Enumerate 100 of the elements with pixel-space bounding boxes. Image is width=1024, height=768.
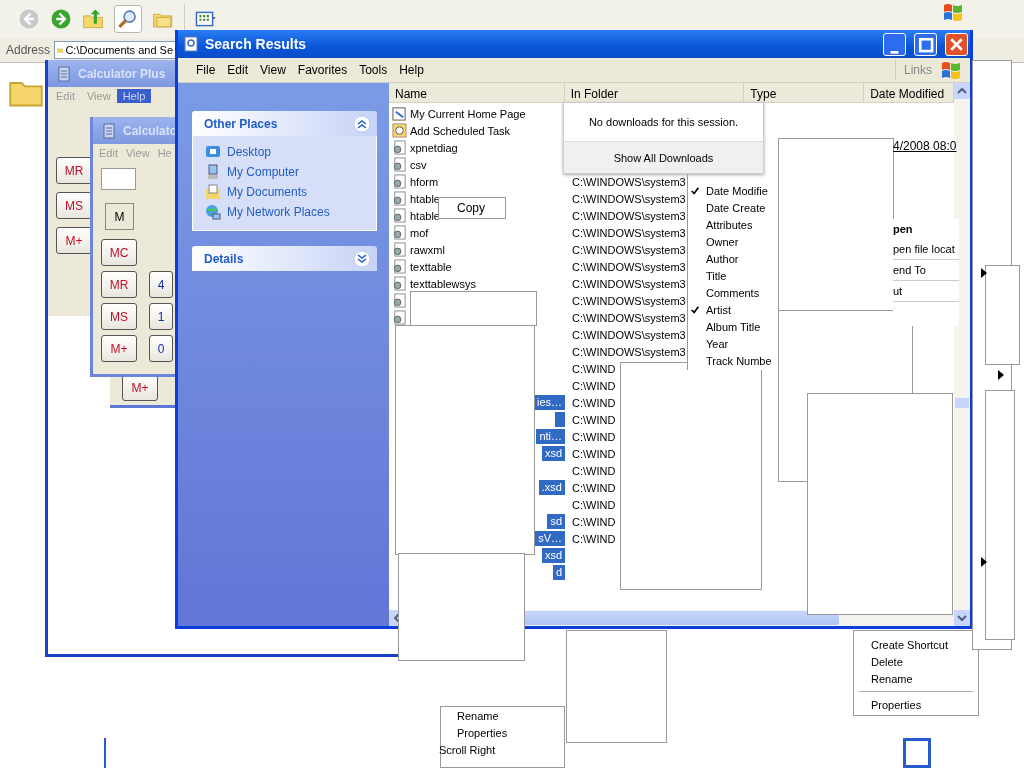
- digit-button[interactable]: 0: [149, 335, 173, 362]
- menu-item[interactable]: ut: [893, 281, 959, 302]
- menu-item[interactable]: Rename: [457, 710, 564, 723]
- menu-item[interactable]: Scroll Right: [439, 744, 564, 757]
- folder-path: C:\WINDOWS\system3: [572, 277, 686, 290]
- taskbar-button[interactable]: [903, 738, 931, 768]
- place-link[interactable]: Desktop: [227, 145, 272, 159]
- folder-path: C:\WINDOWS\system3: [572, 175, 686, 188]
- file-name[interactable]: texttable: [410, 260, 452, 273]
- file-name[interactable]: xpnetdiag: [410, 141, 458, 154]
- menu-item[interactable]: pen: [893, 219, 959, 239]
- file-name[interactable]: texttablewsys: [410, 277, 477, 290]
- folder-path: C:\WIND: [572, 379, 616, 392]
- menu-item[interactable]: Rename: [871, 670, 978, 687]
- place-link[interactable]: My Network Places: [227, 205, 330, 219]
- desktop-icon: [205, 144, 221, 160]
- menu-item[interactable]: pen file locat: [893, 239, 959, 260]
- memory-button[interactable]: M+: [101, 335, 137, 362]
- file-name[interactable]: xsd: [541, 446, 565, 461]
- file-icon: [392, 310, 407, 325]
- forward-icon[interactable]: [50, 8, 72, 30]
- memory-button[interactable]: MC: [101, 239, 137, 266]
- file-name[interactable]: xsd: [541, 548, 565, 563]
- menu-item[interactable]: Track Numbe: [706, 354, 772, 367]
- place-link[interactable]: My Documents: [227, 185, 308, 199]
- menu-item[interactable]: end To: [893, 260, 959, 281]
- menu-item[interactable]: Author: [706, 252, 739, 265]
- menu-item[interactable]: Date Modifie: [706, 184, 768, 197]
- file-name[interactable]: htable: [410, 209, 440, 222]
- menu-item[interactable]: Favorites: [291, 61, 354, 79]
- file-name[interactable]: .xsd: [538, 480, 565, 495]
- file-name[interactable]: d: [552, 565, 565, 580]
- menu-item[interactable]: File: [190, 61, 222, 79]
- menu-item[interactable]: View: [254, 61, 292, 79]
- file-name[interactable]: Add Scheduled Task: [410, 124, 511, 137]
- place-link[interactable]: My Computer: [227, 165, 300, 179]
- memory-button[interactable]: MS: [56, 192, 92, 219]
- folder-path: C:\WIND: [572, 362, 616, 375]
- file-name[interactable]: sd: [547, 514, 565, 529]
- address-field[interactable]: C:\Documents and Se: [54, 41, 177, 59]
- file-icon: [392, 123, 407, 138]
- panel-header[interactable]: Details: [192, 246, 377, 271]
- folder-path: C:\WINDOWS\system3: [572, 226, 686, 239]
- file-icon: [392, 259, 407, 274]
- folder-up-icon[interactable]: [82, 8, 104, 30]
- menu-item[interactable]: Help: [393, 61, 430, 79]
- memory-button[interactable]: MR: [101, 271, 137, 298]
- digit-button[interactable]: 4: [149, 271, 173, 298]
- panel-header[interactable]: Other Places: [192, 111, 377, 136]
- menu-item[interactable]: Comments: [706, 286, 760, 299]
- menu-item[interactable]: Year: [706, 337, 729, 350]
- digit-button[interactable]: 1: [149, 303, 173, 330]
- file-name[interactable]: ies…: [533, 395, 565, 410]
- scroll-up-icon[interactable]: [954, 83, 970, 99]
- memory-button[interactable]: MS: [101, 303, 137, 330]
- maximize-icon[interactable]: [914, 32, 937, 56]
- folder-path: C:\WIND: [572, 464, 616, 477]
- folder-path: C:\WINDOWS\system3: [572, 192, 686, 205]
- copy-menu-item[interactable]: Copy: [438, 197, 506, 219]
- file-name[interactable]: rawxml: [410, 243, 445, 256]
- scroll-down-icon[interactable]: [954, 610, 970, 626]
- folder-path: C:\WINDOWS\system3: [572, 209, 686, 222]
- file-icon: [392, 208, 407, 223]
- menu-item[interactable]: Owner: [706, 235, 739, 248]
- file-name[interactable]: htable: [410, 192, 440, 205]
- file-name[interactable]: mof: [410, 226, 429, 239]
- file-icon: [392, 242, 407, 257]
- menu-item[interactable]: Help: [116, 89, 152, 103]
- file-name[interactable]: My Current Home Page: [410, 107, 526, 120]
- show-all-downloads-button[interactable]: Show All Downloads: [564, 141, 763, 173]
- memory-button[interactable]: MR: [56, 157, 92, 184]
- menu-item[interactable]: Properties: [871, 696, 978, 713]
- menu-item[interactable]: Album Title: [706, 320, 761, 333]
- search-icon[interactable]: [114, 5, 142, 33]
- menu-item[interactable]: Attributes: [706, 218, 753, 231]
- menu-item[interactable]: Edit: [221, 61, 255, 79]
- collapse-icon[interactable]: [353, 114, 371, 133]
- folder-path: C:\WINDOWS\system3: [572, 260, 686, 273]
- folder-path: C:\WINDOWS\system3: [572, 345, 686, 358]
- file-name[interactable]: hform: [410, 175, 439, 188]
- file-name[interactable]: nti…: [536, 429, 565, 444]
- file-icon: [392, 174, 407, 189]
- file-icon: [392, 293, 407, 308]
- file-name[interactable]: csv: [410, 158, 427, 171]
- date-modified: 4/2008 08:0: [893, 139, 957, 153]
- menu-item[interactable]: Date Create: [706, 201, 766, 214]
- expand-icon[interactable]: [353, 249, 371, 268]
- folder-path: C:\WIND: [572, 498, 616, 511]
- memory-button[interactable]: M+: [56, 227, 92, 254]
- minimize-icon[interactable]: [883, 32, 906, 56]
- menu-item[interactable]: Delete: [871, 653, 978, 670]
- close-icon[interactable]: [945, 32, 968, 56]
- menu-item[interactable]: Artist: [706, 303, 732, 316]
- vertical-scrollbar[interactable]: [954, 83, 970, 626]
- menu-item[interactable]: Tools: [353, 61, 394, 79]
- scrollbar-thumb[interactable]: [955, 398, 969, 408]
- menu-item[interactable]: Title: [706, 269, 727, 282]
- file-name[interactable]: sV…: [535, 531, 565, 546]
- menu-item[interactable]: Properties: [457, 727, 564, 740]
- column-header[interactable]: Name: [389, 83, 565, 102]
